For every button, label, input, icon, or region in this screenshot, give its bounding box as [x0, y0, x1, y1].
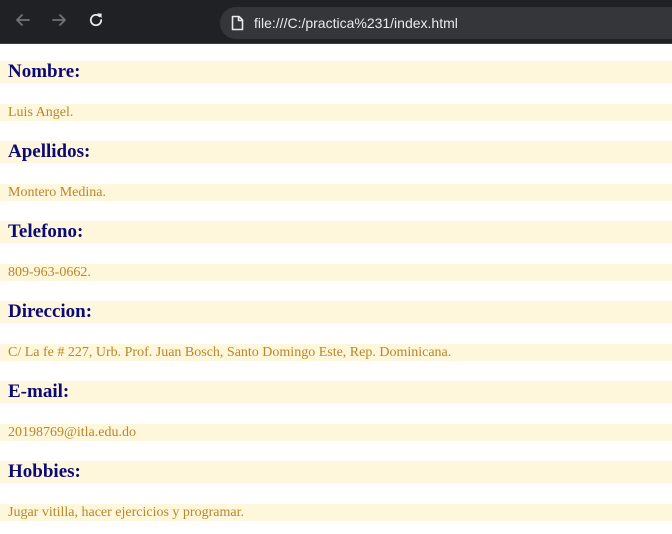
address-bar[interactable]: file:///C:/practica%231/index.html	[220, 7, 672, 39]
forward-button[interactable]	[49, 12, 69, 32]
reload-button[interactable]	[86, 12, 106, 32]
field-label: E-mail:	[0, 381, 672, 403]
field-label: Nombre:	[0, 61, 672, 83]
field-value: 20198769@itla.edu.do	[0, 424, 672, 441]
field-label: Direccion:	[0, 301, 672, 323]
field-label: Hobbies:	[0, 461, 672, 483]
browser-toolbar: file:///C:/practica%231/index.html	[0, 0, 672, 44]
field-label: Telefono:	[0, 221, 672, 243]
field-label: Apellidos:	[0, 141, 672, 163]
arrow-right-icon	[50, 11, 68, 34]
field-value: 809-963-0662.	[0, 264, 672, 281]
page-icon	[230, 15, 244, 31]
reload-icon	[87, 11, 105, 34]
field-value: Jugar vitilla, hacer ejercicios y progra…	[0, 504, 672, 521]
back-button[interactable]	[13, 12, 33, 32]
field-value: C/ La fe # 227, Urb. Prof. Juan Bosch, S…	[0, 344, 672, 361]
field-value: Montero Medina.	[0, 184, 672, 201]
field-value: Luis Angel.	[0, 104, 672, 121]
arrow-left-icon	[14, 11, 32, 34]
url-text[interactable]: file:///C:/practica%231/index.html	[254, 15, 458, 31]
